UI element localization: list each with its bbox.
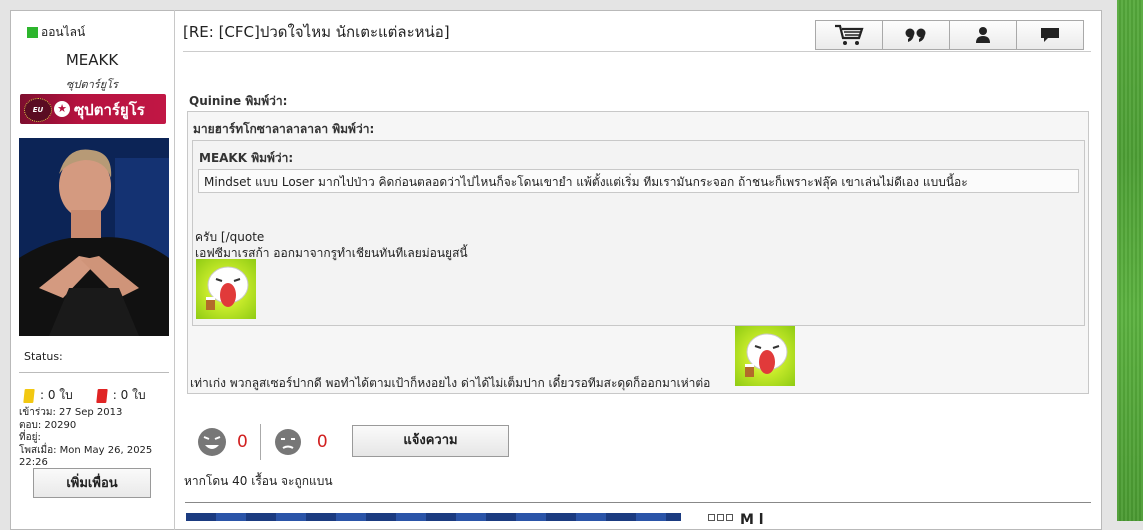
outer-quote-author: Quinine พิมพ์ว่า: [189, 94, 288, 108]
square-icon [726, 514, 733, 521]
quote-icon [905, 28, 926, 42]
avatar[interactable] [19, 138, 169, 336]
laughing-sticker-icon [196, 259, 256, 319]
profile-button[interactable] [949, 20, 1017, 50]
quote-button[interactable] [882, 20, 950, 50]
reply-count: ตอบ: 20290 [19, 419, 77, 431]
online-dot-icon [27, 27, 38, 38]
signature-icons [708, 514, 733, 521]
star-icon: ★ [54, 101, 70, 117]
sidebar-divider [19, 372, 169, 373]
signature-banner [186, 513, 681, 521]
last-post: โพสเมื่อ: Mon May 26, 2025 22:26 [19, 444, 153, 469]
sad-reaction-icon[interactable] [273, 427, 303, 457]
reaction-divider [259, 424, 261, 460]
eu-emblem-icon: EU [24, 98, 52, 122]
rank-badge: EU ★ ซุปตาร์ยูโร [20, 94, 166, 124]
dislike-count: 0 [316, 432, 328, 452]
background-grass [1117, 0, 1143, 521]
laughing-sticker-icon [735, 326, 795, 386]
mid-quote: MEAKK พิมพ์ว่า: Mindset แบบ Loser มากไปป… [192, 140, 1085, 326]
square-icon [717, 514, 724, 521]
ban-warning: หากโดน 40 เรื้อน จะถูกแบน [184, 474, 333, 488]
mid-quote-author: มายฮาร์ทโกซาลาลาลาลา พิมพ์ว่า: [193, 122, 375, 136]
yellow-card-icon [23, 388, 35, 403]
square-icon [708, 514, 715, 521]
user-meta: เข้าร่วม: 27 Sep 2013 ตอบ: 20290 ที่อยู่… [19, 407, 174, 470]
laugh-reaction-icon[interactable] [196, 425, 228, 459]
like-count: 0 [237, 432, 248, 452]
red-card-count: : 0 ใบ [112, 388, 146, 402]
signature-divider [185, 502, 1091, 503]
card-counts: : 0 ใบ : 0 ใบ [23, 386, 146, 405]
red-card-icon [96, 388, 108, 403]
inner-quote-body: Mindset แบบ Loser มากไปป่าว คิดก่อนตลอดว… [198, 169, 1079, 193]
user-sidebar: ออนไลน์ MEAKK ซุปตาร์ยูโร EU ★ ซุปตาร์ยู… [10, 10, 175, 530]
username[interactable]: MEAKK [10, 51, 174, 69]
header-divider [183, 51, 1091, 52]
outer-quote-body: เท่าเก่ง พวกลูสเซอร์ปากดี พอทำได้ตามเป้า… [190, 376, 711, 390]
message-icon [1041, 28, 1059, 42]
add-friend-button[interactable]: เพิ่มเพื่อน [33, 468, 151, 498]
post-toolbar [815, 20, 1084, 50]
avatar-image [19, 138, 169, 336]
user-icon [976, 27, 990, 43]
online-status: ออนไลน์ [27, 23, 85, 42]
message-button[interactable] [1016, 20, 1084, 50]
joined-date: เข้าร่วม: 27 Sep 2013 [19, 407, 123, 418]
reactions: 0 0 [196, 424, 328, 460]
location: ที่อยู่: [19, 432, 41, 443]
report-button[interactable]: แจ้งความ [352, 425, 509, 457]
cart-button[interactable] [815, 20, 883, 50]
signature-text: M l [740, 512, 764, 528]
yellow-card-count: : 0 ใบ [40, 388, 73, 402]
post-title: [RE: [CFC]ปวดใจไหม นักเตะแต่ละหน่อ] [183, 23, 450, 41]
outer-quote: มายฮาร์ทโกซาลาลาลาลา พิมพ์ว่า: MEAKK พิม… [187, 111, 1089, 394]
cart-icon [835, 24, 864, 45]
status-label: Status: [24, 350, 63, 363]
badge-text: ซุปตาร์ยูโร [74, 101, 145, 119]
rank-title: ซุปตาร์ยูโร [66, 78, 118, 91]
inner-quote-author: MEAKK พิมพ์ว่า: [199, 151, 294, 165]
online-label: ออนไลน์ [41, 25, 86, 39]
